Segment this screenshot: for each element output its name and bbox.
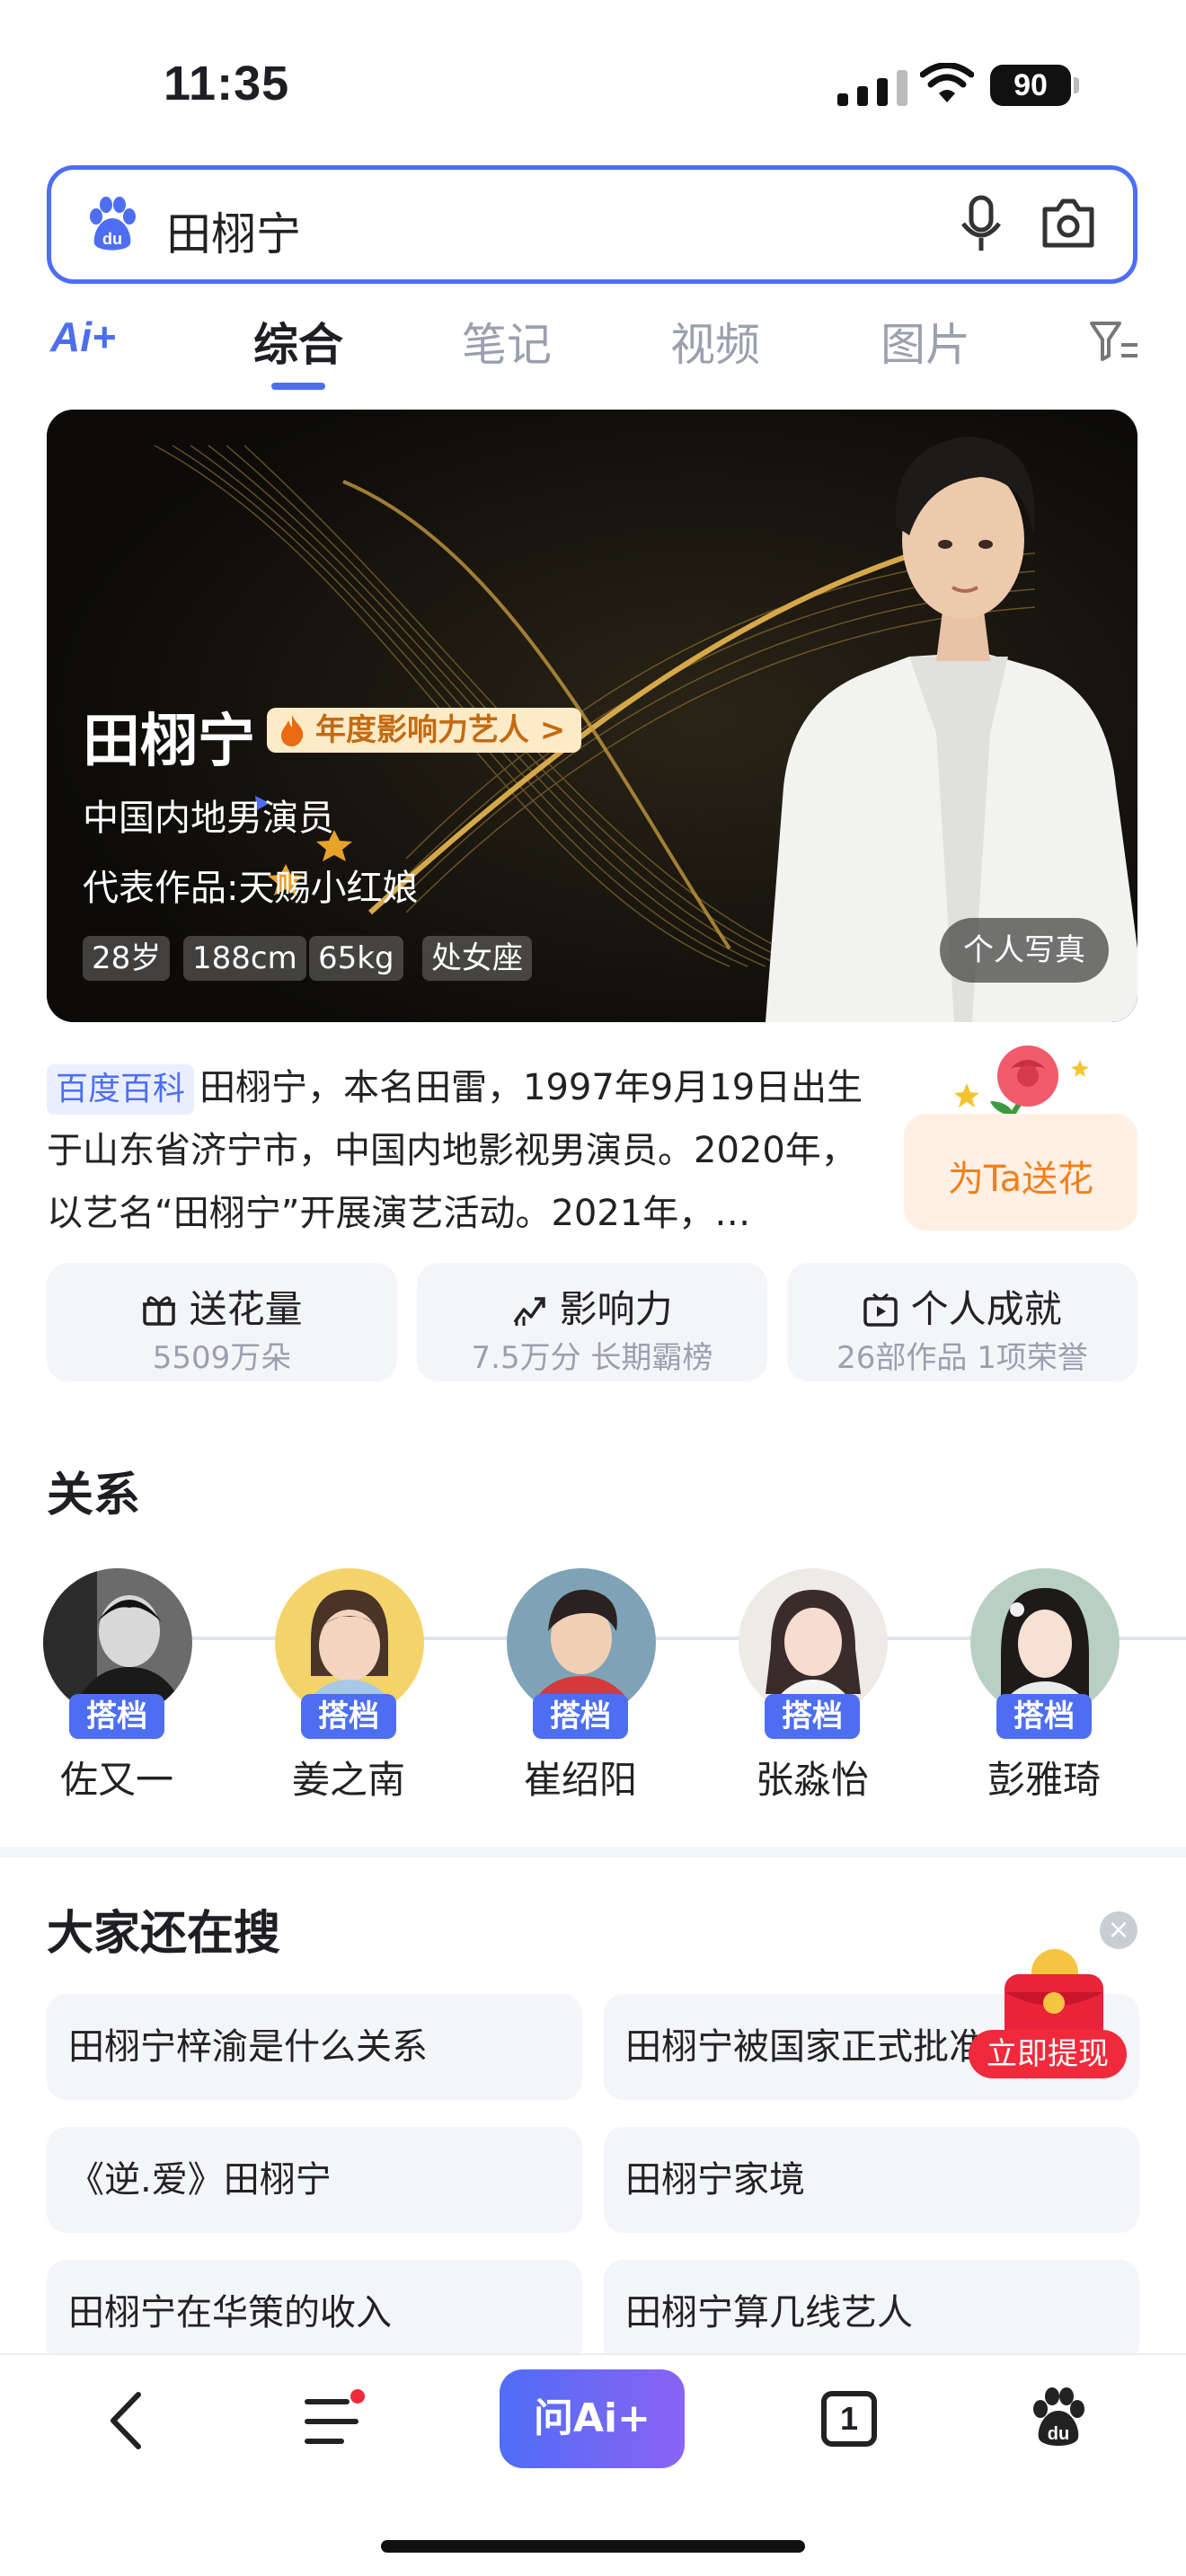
fire-icon (281, 715, 304, 746)
stat-influence-value: 7.5万分 长期霸榜 (471, 1340, 713, 1376)
celebrity-occupation: 中国内地男演员 (83, 798, 334, 839)
close-icon[interactable]: × (1100, 1911, 1137, 1949)
home-indicator (381, 2540, 805, 2553)
active-tab-indicator (271, 383, 325, 390)
relation-item[interactable]: 搭档 姜之南 (268, 1568, 429, 1802)
stat-flowers-value: 5509万朵 (152, 1340, 292, 1376)
battery-tip (1074, 77, 1079, 93)
wifi-icon (920, 63, 974, 102)
hero-tag-weight: 65kg (309, 936, 403, 981)
also-search-title: 大家还在搜 (47, 1907, 281, 1961)
relation-name: 佐又一 (59, 1758, 173, 1802)
tabs-count-button[interactable]: 1 (821, 2391, 877, 2447)
search-box[interactable]: du 田栩宁 (47, 165, 1137, 284)
tab-images[interactable]: 图片 (881, 309, 970, 374)
relation-tag: 搭档 (533, 1694, 628, 1739)
hero-tag-height: 188cm (183, 936, 306, 981)
relation-tag: 搭档 (301, 1694, 396, 1739)
baike-tag[interactable]: 百度百科 (47, 1064, 195, 1115)
send-flowers-label: 为Ta送花 (947, 1159, 1094, 1200)
section-divider (0, 1847, 1186, 1857)
influence-badge-label: 年度影响力艺人 > (315, 712, 566, 748)
baidu-paw-icon: du (90, 197, 136, 251)
relation-name: 张淼怡 (755, 1758, 869, 1802)
relation-name: 彭雅琦 (987, 1758, 1101, 1802)
camera-icon[interactable] (1040, 197, 1097, 249)
stat-flowers-title: 送花量 (47, 1279, 397, 1334)
gift-icon (143, 1296, 176, 1326)
relation-tag: 搭档 (996, 1694, 1092, 1739)
influence-badge[interactable]: 年度影响力艺人 > (267, 708, 582, 753)
tab-videos[interactable]: 视频 (670, 309, 760, 374)
send-flowers-button[interactable]: 为Ta送花 (904, 1114, 1137, 1231)
search-input[interactable]: 田栩宁 (166, 198, 301, 263)
stat-achievements[interactable]: 个人成就 26部作品 1项荣誉 (787, 1263, 1137, 1381)
tab-notes[interactable]: 笔记 (462, 309, 552, 374)
relation-tag: 搭档 (69, 1694, 164, 1739)
stat-flowers-label: 送花量 (189, 1287, 303, 1331)
svg-text:du: du (102, 230, 122, 248)
hero-tag-zodiac: 处女座 (422, 936, 532, 981)
related-search-chip[interactable]: 田栩宁算几线艺人 (604, 2260, 1139, 2366)
stat-influence-title: 影响力 (417, 1279, 767, 1334)
celebrity-works: 代表作品:天赐小红娘 (83, 868, 419, 909)
cellular-signal-icon (837, 70, 907, 106)
tab-comprehensive[interactable]: 综合 (253, 309, 343, 374)
result-tabs: Ai+ 综合 笔记 视频 图片 (0, 296, 1186, 395)
back-icon[interactable] (104, 2389, 149, 2452)
relation-name: 崔绍阳 (523, 1758, 637, 1802)
relation-item[interactable]: 搭档 彭雅琦 (963, 1568, 1125, 1802)
baidu-home-icon[interactable]: du (1030, 2387, 1087, 2448)
video-play-icon (863, 1292, 898, 1327)
ask-ai-button[interactable]: 问Ai+ (500, 2369, 685, 2468)
related-search-chip[interactable]: 田栩宁在华策的收入 (47, 2260, 582, 2366)
relations-title: 关系 (47, 1469, 141, 1522)
status-bar: 11:35 90 (0, 0, 1186, 162)
stat-influence[interactable]: 影响力 7.5万分 长期霸榜 (417, 1263, 767, 1381)
relation-item[interactable]: 搭档 佐又一 (36, 1568, 198, 1802)
stat-achievements-title: 个人成就 (787, 1279, 1137, 1334)
related-search-chip[interactable]: 《逆.爱》田栩宁 (47, 2127, 582, 2233)
bottom-navigation: 问Ai+ 1 du (0, 2353, 1186, 2576)
svg-text:du: du (1048, 2424, 1069, 2444)
celebrity-name: 田栩宁 (83, 709, 255, 775)
relation-name: 姜之南 (291, 1758, 405, 1802)
trend-up-icon (513, 1297, 546, 1326)
battery-indicator: 90 (990, 65, 1071, 106)
microphone-icon[interactable] (959, 195, 1004, 254)
related-search-chip[interactable]: 田栩宁家境 (604, 2127, 1139, 2233)
celebrity-hero-card[interactable]: 田栩宁 年度影响力艺人 > 中国内地男演员 代表作品:天赐小红娘 28岁 188… (47, 410, 1137, 1022)
tab-ai[interactable]: Ai+ (50, 313, 116, 361)
withdraw-now-button[interactable]: 立即提现 (969, 2030, 1127, 2078)
personal-photos-button[interactable]: 个人写真 (940, 918, 1109, 983)
hero-tag-age: 28岁 (83, 936, 171, 981)
stat-flowers[interactable]: 送花量 5509万朵 (47, 1263, 397, 1381)
filter-icon[interactable] (1089, 320, 1139, 363)
related-search-chip[interactable]: 田栩宁梓渝是什么关系 (47, 1994, 582, 2100)
stat-achievements-value: 26部作品 1项荣誉 (836, 1340, 1088, 1376)
relation-tag: 搭档 (765, 1694, 860, 1739)
relation-item[interactable]: 搭档 崔绍阳 (500, 1568, 661, 1802)
stat-achievements-label: 个人成就 (910, 1287, 1062, 1331)
relation-item[interactable]: 搭档 张淼怡 (731, 1568, 893, 1802)
baike-summary[interactable]: 百度百科 田栩宁，本名田雷，1997年9月19日出生于山东省济宁市，中国内地影视男… (47, 1056, 873, 1245)
stat-influence-label: 影响力 (559, 1287, 673, 1331)
menu-icon[interactable] (302, 2389, 367, 2452)
status-time: 11:35 (164, 57, 290, 110)
